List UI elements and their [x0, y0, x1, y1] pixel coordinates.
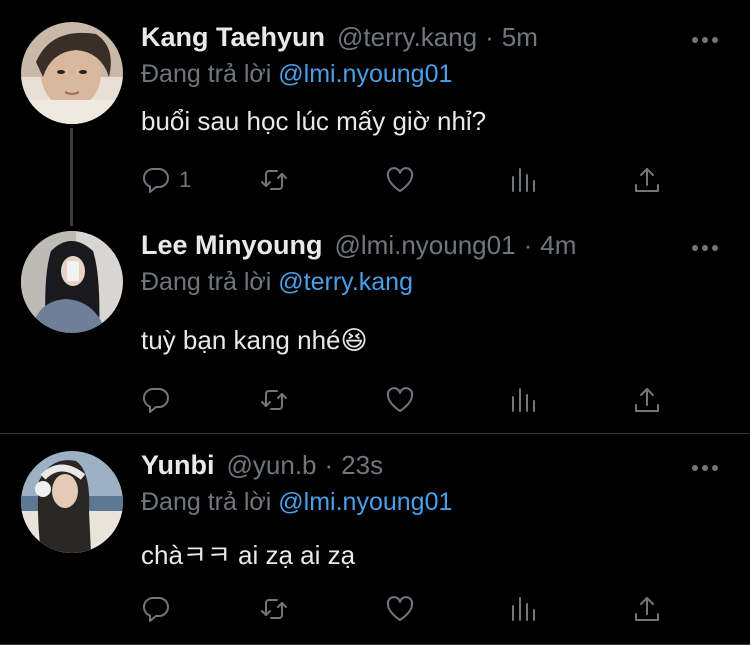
- timestamp[interactable]: 5m: [502, 22, 538, 53]
- tweet[interactable]: Yunbi @yun.b · 23s Đang trả lời @lmi.nyo…: [0, 434, 750, 645]
- mention-link[interactable]: @terry.kang: [278, 268, 413, 296]
- replying-to-label: Đang trả lời: [141, 268, 272, 296]
- retweet-icon: [261, 599, 287, 619]
- analytics-icon: [512, 388, 535, 412]
- tweet-header: Kang Taehyun @terry.kang · 5m: [141, 22, 538, 58]
- more-options-icon[interactable]: [692, 240, 720, 256]
- share-button[interactable]: [632, 163, 662, 197]
- replying-to-label: Đang trả lời: [141, 60, 272, 88]
- like-icon: [386, 167, 414, 192]
- retweet-button[interactable]: [259, 163, 289, 197]
- separator-dot: ·: [523, 230, 533, 260]
- replying-to: Đang trả lời @terry.kang: [141, 268, 413, 297]
- like-button[interactable]: [385, 383, 415, 417]
- user-handle[interactable]: @lmi.nyoung01: [335, 230, 516, 261]
- tweet-header: Lee Minyoung @lmi.nyoung01 · 4m: [141, 230, 576, 266]
- replying-to: Đang trả lời @lmi.nyoung01: [141, 488, 452, 517]
- display-name[interactable]: Kang Taehyun: [141, 22, 325, 53]
- separator-dot: ·: [485, 22, 494, 52]
- tweet-text: buổi sau học lúc mấy giờ nhỉ?: [141, 106, 487, 136]
- thread-line: [70, 128, 73, 226]
- like-button[interactable]: [385, 592, 415, 626]
- tweet-actions: [141, 383, 681, 417]
- display-name[interactable]: Lee Minyoung: [141, 230, 323, 261]
- share-icon: [635, 168, 659, 192]
- like-button[interactable]: [385, 163, 415, 197]
- tweet-text: chàㅋㅋ ai zạ ai zạ: [141, 540, 356, 570]
- share-button[interactable]: [632, 592, 662, 626]
- analytics-icon: [512, 168, 535, 192]
- analytics-button[interactable]: [508, 592, 538, 626]
- analytics-icon: [512, 597, 535, 621]
- like-icon: [386, 596, 414, 621]
- retweet-icon: [261, 390, 287, 410]
- analytics-button[interactable]: [508, 383, 538, 417]
- more-options-icon[interactable]: [692, 460, 720, 476]
- more-options-icon[interactable]: [692, 32, 720, 48]
- share-button[interactable]: [632, 383, 662, 417]
- reply-count: 1: [179, 167, 192, 192]
- separator-dot: ·: [324, 450, 334, 480]
- tweet-actions: [141, 592, 681, 626]
- timestamp[interactable]: 23s: [341, 450, 383, 481]
- analytics-button[interactable]: [508, 163, 538, 197]
- reply-icon: [142, 387, 169, 413]
- tweet-text: tuỳ bạn kang nhé😆: [141, 325, 368, 355]
- tweet-actions: 1: [141, 163, 681, 197]
- retweet-button[interactable]: [259, 383, 289, 417]
- share-icon: [635, 597, 659, 621]
- retweet-button[interactable]: [259, 592, 289, 626]
- reply-button[interactable]: [141, 592, 179, 626]
- avatar[interactable]: [21, 451, 123, 553]
- mention-link[interactable]: @lmi.nyoung01: [278, 60, 452, 88]
- replying-to: Đang trả lời @lmi.nyoung01: [141, 60, 452, 89]
- reply-icon: [142, 167, 169, 193]
- reply-icon: [142, 596, 169, 622]
- retweet-icon: [261, 170, 287, 190]
- tweet[interactable]: Lee Minyoung @lmi.nyoung01 · 4m Đang trả…: [0, 228, 750, 433]
- tweet[interactable]: Kang Taehyun @terry.kang · 5m Đang trả l…: [0, 0, 750, 228]
- avatar[interactable]: [21, 231, 123, 333]
- replying-to-label: Đang trả lời: [141, 488, 272, 516]
- reply-button[interactable]: 1: [141, 163, 191, 197]
- user-handle[interactable]: @yun.b: [227, 450, 317, 481]
- timeline: Kang Taehyun @terry.kang · 5m Đang trả l…: [0, 0, 750, 645]
- mention-link[interactable]: @lmi.nyoung01: [278, 488, 452, 516]
- display-name[interactable]: Yunbi: [141, 450, 215, 481]
- reply-button[interactable]: [141, 383, 179, 417]
- user-handle[interactable]: @terry.kang: [337, 22, 477, 53]
- tweet-header: Yunbi @yun.b · 23s: [141, 450, 383, 486]
- timestamp[interactable]: 4m: [540, 230, 576, 261]
- avatar[interactable]: [21, 22, 123, 124]
- share-icon: [635, 388, 659, 412]
- like-icon: [386, 387, 414, 412]
